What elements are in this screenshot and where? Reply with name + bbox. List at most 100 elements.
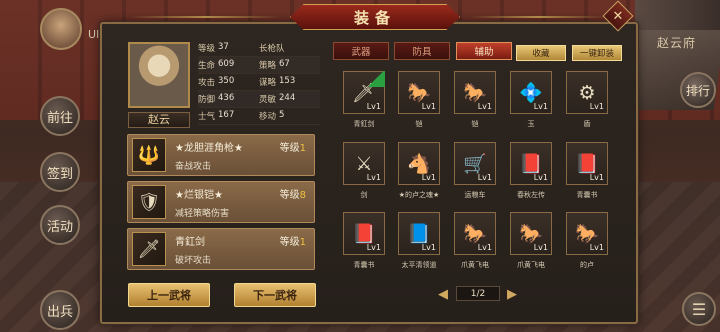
sword-icon: 🗡 — [132, 232, 166, 266]
equipped-item-level: 等级1 — [279, 237, 306, 248]
item-level: Lv1 — [477, 173, 492, 182]
stat-defense-value: 436 — [218, 93, 235, 103]
close-icon: ✕ — [612, 8, 624, 24]
item-name: 剑 — [360, 191, 368, 199]
stat-morale-label: 士气 — [198, 112, 216, 122]
item-name: 青囊书 — [353, 261, 375, 269]
inventory-item[interactable]: 🐎 Lv1 — [398, 71, 440, 114]
equipped-accessory-slot[interactable]: 🗡 青釭剑 等级1 破坏攻击 — [127, 228, 315, 270]
inventory-item[interactable]: 📘 Lv1 — [398, 212, 440, 255]
stat-intellect-label: 谋略 — [259, 78, 277, 88]
sidebar-item-checkin[interactable]: 签到 — [40, 152, 80, 192]
inventory-item[interactable]: 🐴 Lv1 — [398, 142, 440, 185]
item-level: Lv1 — [533, 102, 548, 111]
menu-button[interactable]: ☰ — [682, 292, 716, 326]
item-name: 盾 — [583, 120, 591, 128]
sidebar-item-events[interactable]: 活动 — [40, 205, 80, 245]
spear-icon: 🔱 — [132, 138, 166, 172]
tab-weapon[interactable]: 武器 — [333, 42, 389, 60]
inventory-item[interactable]: ⚔ Lv1 — [343, 142, 385, 185]
equipped-item-desc: 减轻策略伤害 — [175, 209, 230, 219]
inventory-item[interactable]: 🐎 Lv1 — [566, 212, 608, 255]
item-level: Lv1 — [366, 243, 381, 252]
stat-hp-value: 609 — [218, 59, 235, 69]
item-level: Lv1 — [589, 243, 604, 252]
item-name: 青釭剑 — [353, 120, 375, 128]
stat-defense-label: 防御 — [198, 95, 216, 105]
item-level: Lv1 — [533, 243, 548, 252]
hero-name: 赵云 — [128, 112, 190, 128]
player-avatar[interactable] — [40, 8, 82, 50]
inventory-item[interactable]: 🗡 Lv1 — [343, 71, 385, 114]
armor-icon: 🛡 — [132, 185, 166, 219]
prev-hero-button[interactable]: 上一武将 — [128, 283, 210, 307]
stat-level-value: 37 — [218, 42, 229, 52]
stat-unit-type: 长枪队 — [259, 44, 285, 54]
sidebar-item-dispatch[interactable]: 出兵 — [40, 290, 80, 330]
equipped-item-desc: 奋战攻击 — [175, 162, 212, 172]
stat-intellect-value: 153 — [279, 76, 296, 86]
item-name: 的卢 — [580, 261, 594, 269]
item-name: 春秋左传 — [517, 191, 545, 199]
item-level: Lv1 — [421, 102, 436, 111]
stat-strategy-value: 67 — [279, 59, 290, 69]
item-level: Lv1 — [421, 173, 436, 182]
item-name: 铠 — [415, 120, 423, 128]
equipped-flag-icon — [369, 71, 385, 87]
page-indicator: 1/2 — [456, 286, 500, 301]
grid-menu-icon: ☰ — [691, 299, 707, 319]
collect-button[interactable]: 收藏 — [516, 45, 566, 61]
item-name: 青囊书 — [576, 191, 598, 199]
inventory-item[interactable]: 📕 Lv1 — [343, 212, 385, 255]
stat-attack-value: 350 — [218, 76, 235, 86]
inventory-item[interactable]: 🐎 Lv1 — [510, 212, 552, 255]
location-label: 赵云府 — [657, 36, 697, 50]
equipped-armor-slot[interactable]: 🛡 ★烂银铠★ 等级8 减轻策略伤害 — [127, 181, 315, 223]
item-level: Lv1 — [366, 173, 381, 182]
inventory-item[interactable]: 📕 Lv1 — [566, 142, 608, 185]
stat-level-label: 等级 — [198, 44, 216, 54]
chevron-right-icon[interactable]: ▶ — [505, 287, 519, 302]
inventory-item[interactable]: ⚙ Lv1 — [566, 71, 608, 114]
equipped-item-name: 青釭剑 — [175, 237, 205, 248]
tab-armor[interactable]: 防具 — [394, 42, 450, 60]
equipped-weapon-slot[interactable]: 🔱 ★龙胆涯角枪★ 等级1 奋战攻击 — [127, 134, 315, 176]
item-name: 爪黄飞电 — [517, 261, 545, 269]
tab-accessory[interactable]: 辅助 — [456, 42, 512, 60]
quick-unequip-button[interactable]: 一键卸装 — [572, 45, 622, 61]
equipped-item-level: 等级8 — [279, 190, 306, 201]
item-name: 铠 — [471, 120, 479, 128]
next-hero-button[interactable]: 下一武将 — [234, 283, 316, 307]
item-level: Lv1 — [421, 243, 436, 252]
stat-hp-label: 生命 — [198, 61, 216, 71]
item-level: Lv1 — [589, 173, 604, 182]
stat-move-label: 移动 — [259, 112, 277, 122]
hero-stats: 等级 37 长枪队 生命 609 策略 67 攻击 350 谋略 153 防御 436 灵敏… — [198, 40, 320, 125]
item-level: Lv1 — [477, 102, 492, 111]
item-name: 太平清领道 — [401, 261, 437, 269]
chevron-left-icon[interactable]: ◀ — [436, 287, 450, 302]
rank-button[interactable]: 排行 — [680, 72, 716, 108]
item-name: ★的卢之魂★ — [398, 191, 440, 199]
title-divider-left — [130, 16, 280, 18]
sidebar-item-goto[interactable]: 前往 — [40, 96, 80, 136]
inventory-item[interactable]: 💠 Lv1 — [510, 71, 552, 114]
stat-morale-value: 167 — [218, 110, 235, 120]
title-divider-right — [470, 16, 605, 18]
item-name: 爪黄飞电 — [461, 261, 489, 269]
item-name: 运粮车 — [464, 191, 486, 199]
item-level: Lv1 — [589, 102, 604, 111]
stat-move-value: 5 — [279, 110, 285, 120]
right-top-bar — [635, 0, 720, 30]
stat-strategy-label: 策略 — [259, 61, 277, 71]
inventory-item[interactable]: 📕 Lv1 — [510, 142, 552, 185]
item-name: 玉 — [527, 120, 535, 128]
equipped-item-name: ★烂银铠★ — [175, 190, 223, 201]
stat-agility-value: 244 — [279, 93, 296, 103]
inventory-item[interactable]: 🛒 Lv1 — [454, 142, 496, 185]
inventory-item[interactable]: 🐎 Lv1 — [454, 212, 496, 255]
inventory-item[interactable]: 🐎 Lv1 — [454, 71, 496, 114]
item-level: Lv1 — [533, 173, 548, 182]
hero-info-panel: 赵云 等级 37 长枪队 生命 609 策略 67 攻击 350 谋略 153 防御 436… — [126, 38, 321, 130]
stat-agility-label: 灵敏 — [259, 95, 277, 105]
